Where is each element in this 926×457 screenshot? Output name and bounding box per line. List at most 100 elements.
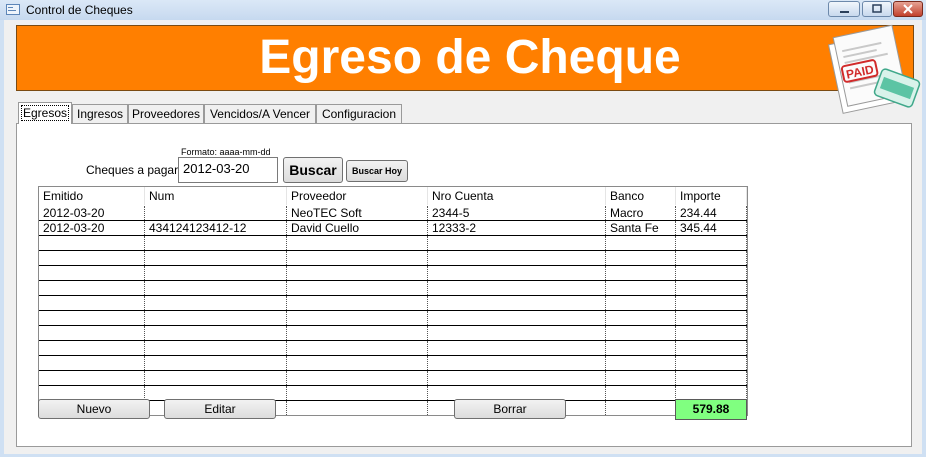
table-cell xyxy=(606,266,676,280)
app-icon xyxy=(6,4,20,15)
tab-label: Configuracion xyxy=(321,107,397,121)
table-cell xyxy=(428,356,606,370)
table-cell xyxy=(287,236,428,250)
table-cell xyxy=(676,386,747,400)
table-cell: 234.44 xyxy=(676,206,747,220)
close-icon xyxy=(903,4,913,14)
table-cell xyxy=(39,356,145,370)
table-cell xyxy=(606,326,676,340)
table-row[interactable] xyxy=(39,371,747,386)
table-cell xyxy=(428,341,606,355)
paid-stamp-logo: PAID xyxy=(827,24,921,114)
table-row[interactable] xyxy=(39,296,747,311)
table-cell xyxy=(676,266,747,280)
tab-ingresos[interactable]: Ingresos xyxy=(72,104,128,123)
column-header[interactable]: Num xyxy=(145,187,287,205)
table-cell xyxy=(39,341,145,355)
table-cell: 2344-5 xyxy=(428,206,606,220)
table-cell xyxy=(145,341,287,355)
table-cell xyxy=(428,266,606,280)
table-cell xyxy=(39,236,145,250)
window-title: Control de Cheques xyxy=(26,3,133,17)
table-cell xyxy=(39,371,145,385)
column-header[interactable]: Proveedor xyxy=(287,187,428,205)
column-header[interactable]: Nro Cuenta xyxy=(428,187,606,205)
table-cell xyxy=(145,386,287,400)
minimize-button[interactable] xyxy=(828,1,860,17)
client-area: Egreso de Cheque PAID Egresos Ingresos P… xyxy=(4,20,922,454)
table-cell xyxy=(676,311,747,325)
column-header[interactable]: Banco xyxy=(606,187,676,205)
buscar-hoy-button[interactable]: Buscar Hoy xyxy=(346,160,408,182)
table-cell xyxy=(145,266,287,280)
tab-configuracion[interactable]: Configuracion xyxy=(316,104,402,123)
tab-egresos[interactable]: Egresos xyxy=(18,102,72,124)
table-cell xyxy=(287,311,428,325)
tab-label: Vencidos/A Vencer xyxy=(209,107,311,121)
table-cell xyxy=(606,251,676,265)
table-cell xyxy=(145,206,287,220)
table-cell xyxy=(39,296,145,310)
table-row[interactable]: 2012-03-20 434124123412-12 David Cuello 123… xyxy=(39,221,747,236)
table-row[interactable] xyxy=(39,236,747,251)
table-cell xyxy=(39,311,145,325)
table-cell xyxy=(428,311,606,325)
table-cell: David Cuello xyxy=(287,221,428,235)
table-cell xyxy=(676,341,747,355)
minimize-icon xyxy=(840,11,849,13)
tab-label: Egresos xyxy=(20,105,70,121)
table-cell xyxy=(39,266,145,280)
table-cell xyxy=(606,401,676,415)
table-cell xyxy=(145,281,287,295)
editar-button[interactable]: Editar xyxy=(164,399,276,419)
table-row[interactable]: 2012-03-20 NeoTEC Soft 2344-5 Macro 234.44 xyxy=(39,206,747,221)
table-cell: 345.44 xyxy=(676,221,747,235)
tab-vencidos[interactable]: Vencidos/A Vencer xyxy=(204,104,316,123)
table-row[interactable] xyxy=(39,266,747,281)
tab-label: Ingresos xyxy=(76,107,124,121)
nuevo-button[interactable]: Nuevo xyxy=(38,399,150,419)
maximize-icon xyxy=(872,4,882,13)
table-cell xyxy=(287,281,428,295)
table-cell: NeoTEC Soft xyxy=(287,206,428,220)
table-row[interactable] xyxy=(39,251,747,266)
tab-label: Proveedores xyxy=(131,107,201,121)
table-cell xyxy=(606,281,676,295)
table-cell: 2012-03-20 xyxy=(39,221,145,235)
column-header[interactable]: Importe xyxy=(676,187,747,205)
table-cell xyxy=(606,356,676,370)
table-cell xyxy=(287,251,428,265)
table-row[interactable] xyxy=(39,341,747,356)
table-cell xyxy=(39,386,145,400)
header-banner: Egreso de Cheque xyxy=(16,25,914,91)
close-button[interactable] xyxy=(893,1,923,17)
table-cell xyxy=(287,371,428,385)
table-row[interactable] xyxy=(39,311,747,326)
table-cell: 12333-2 xyxy=(428,221,606,235)
date-input[interactable]: 2012-03-20 xyxy=(178,157,278,183)
buscar-button[interactable]: Buscar xyxy=(283,157,343,183)
table-row[interactable] xyxy=(39,326,747,341)
table-cell xyxy=(287,266,428,280)
table-cell xyxy=(145,251,287,265)
maximize-button[interactable] xyxy=(862,1,892,17)
table-cell xyxy=(676,236,747,250)
table-cell xyxy=(287,341,428,355)
table-cell xyxy=(606,386,676,400)
table-cell: 2012-03-20 xyxy=(39,206,145,220)
table-cell xyxy=(39,251,145,265)
table-row[interactable] xyxy=(39,356,747,371)
total-amount: 579.88 xyxy=(675,399,747,420)
table-cell xyxy=(676,326,747,340)
table-row[interactable] xyxy=(39,281,747,296)
table-cell xyxy=(428,251,606,265)
table-cell: Santa Fe xyxy=(606,221,676,235)
cheques-table[interactable]: Emitido Num Proveedor Nro Cuenta Banco Import… xyxy=(38,186,748,416)
table-cell xyxy=(428,371,606,385)
tab-proveedores[interactable]: Proveedores xyxy=(128,104,204,123)
table-cell xyxy=(606,236,676,250)
title-bar[interactable]: Control de Cheques xyxy=(0,0,926,20)
borrar-button[interactable]: Borrar xyxy=(454,399,566,419)
table-cell xyxy=(428,386,606,400)
column-header[interactable]: Emitido xyxy=(39,187,145,205)
